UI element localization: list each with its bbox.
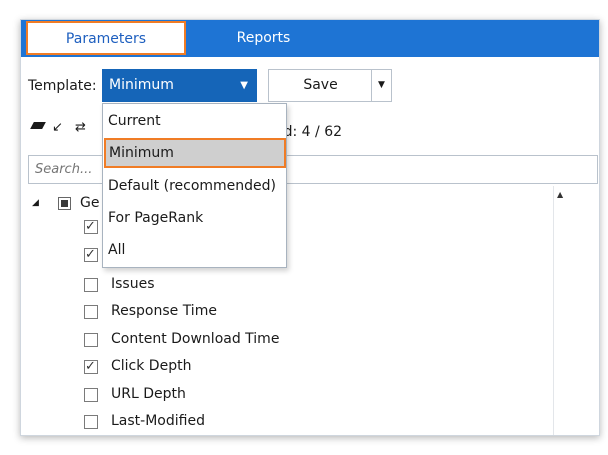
item-checkbox[interactable] bbox=[84, 333, 98, 347]
tab-reports[interactable]: Reports bbox=[191, 20, 336, 57]
item-checkbox[interactable] bbox=[84, 305, 98, 319]
item-checkbox[interactable]: ✓ bbox=[84, 359, 98, 374]
item-label: Response Time bbox=[111, 303, 217, 319]
template-select-value: Minimum bbox=[109, 77, 174, 93]
item-label: URL Depth bbox=[111, 386, 186, 402]
item-checkbox[interactable] bbox=[84, 415, 98, 429]
item-checkbox[interactable]: ✓ bbox=[84, 219, 98, 234]
save-dropdown-button[interactable]: ▼ bbox=[371, 70, 391, 101]
template-select[interactable]: Minimum ▼ bbox=[102, 69, 257, 102]
template-label: Template: bbox=[28, 78, 97, 94]
item-label: Last-Modified bbox=[111, 413, 205, 429]
template-option-current[interactable]: Current bbox=[103, 106, 286, 136]
expand-icon[interactable]: ⇄ bbox=[75, 120, 86, 135]
item-label: Click Depth bbox=[111, 358, 192, 374]
item-checkbox[interactable]: ✓ bbox=[84, 247, 98, 262]
check-icon: ✓ bbox=[85, 219, 96, 234]
tab-bar: Parameters Reports bbox=[21, 20, 599, 57]
tab-parameters[interactable]: Parameters bbox=[26, 21, 186, 55]
scroll-up-icon[interactable]: ▲ bbox=[557, 190, 563, 199]
tree-group-label: Ge bbox=[80, 195, 100, 211]
chevron-down-icon: ▼ bbox=[378, 80, 385, 90]
collapse-icon[interactable]: ↙ bbox=[52, 120, 63, 135]
collapse-triangle-icon[interactable]: ◢ bbox=[32, 198, 39, 208]
item-checkbox[interactable] bbox=[84, 278, 98, 292]
app-window: Parameters Reports Template: Minimum ▼ S… bbox=[20, 19, 600, 436]
item-label: Issues bbox=[111, 276, 155, 292]
eraser-icon[interactable] bbox=[30, 122, 46, 129]
template-option-minimum[interactable]: Minimum bbox=[104, 138, 286, 168]
template-dropdown-menu: Current Minimum Default (recommended) Fo… bbox=[102, 103, 287, 268]
group-checkbox[interactable] bbox=[58, 197, 71, 210]
item-label: Content Download Time bbox=[111, 331, 280, 347]
save-split-button: Save ▼ bbox=[268, 69, 392, 102]
check-icon: ✓ bbox=[85, 247, 96, 262]
template-option-pagerank[interactable]: For PageRank bbox=[103, 203, 286, 233]
check-icon: ✓ bbox=[85, 359, 96, 374]
template-option-default[interactable]: Default (recommended) bbox=[103, 171, 286, 201]
item-checkbox[interactable] bbox=[84, 388, 98, 402]
chevron-down-icon: ▼ bbox=[240, 80, 248, 91]
vertical-scrollbar[interactable]: ▲ bbox=[553, 186, 568, 435]
save-button[interactable]: Save bbox=[269, 70, 372, 101]
template-option-all[interactable]: All bbox=[103, 235, 286, 265]
